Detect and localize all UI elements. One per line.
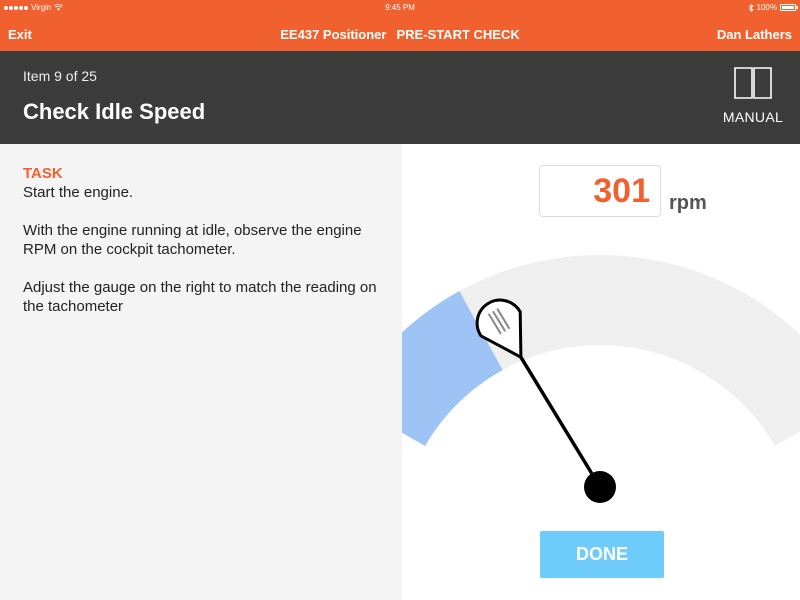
task-step: Adjust the gauge on the right to match t… xyxy=(23,279,377,315)
status-right: 100% xyxy=(748,3,798,12)
exit-button[interactable]: Exit xyxy=(8,27,32,42)
battery-icon xyxy=(780,4,798,11)
manual-button[interactable]: MANUAL xyxy=(718,63,788,133)
needle-pivot xyxy=(584,471,616,503)
task-step: Start the engine. xyxy=(23,184,134,201)
task-panel: TASK Start the engine. With the engine r… xyxy=(0,144,402,600)
app-title: EE437 Positioner xyxy=(280,27,387,42)
item-title: Check Idle Speed xyxy=(23,99,206,124)
bluetooth-icon xyxy=(748,3,754,12)
status-bar: Virgin 9:45 PM 100% xyxy=(0,0,800,16)
item-count: Item 9 of 25 xyxy=(23,68,97,84)
nav-bar: Exit EE437 Positioner PRE-START CHECK Dan… xyxy=(0,16,800,51)
nav-title: EE437 Positioner PRE-START CHECK xyxy=(0,27,800,42)
task-step: With the engine running at idle, observe… xyxy=(23,222,362,258)
manual-label: MANUAL xyxy=(722,109,784,125)
status-time: 9:45 PM xyxy=(385,3,415,12)
gauge-panel: 301 rpm DONE xyxy=(402,144,800,600)
task-label: TASK xyxy=(23,165,63,182)
check-mode: PRE-START CHECK xyxy=(396,27,520,42)
item-header: Item 9 of 25 Check Idle Speed MANUAL xyxy=(0,51,800,144)
done-button[interactable]: DONE xyxy=(540,531,664,578)
battery-percent: 100% xyxy=(756,3,777,12)
book-icon xyxy=(734,67,772,99)
needle-shaft xyxy=(519,355,602,489)
user-name[interactable]: Dan Lathers xyxy=(717,27,792,42)
